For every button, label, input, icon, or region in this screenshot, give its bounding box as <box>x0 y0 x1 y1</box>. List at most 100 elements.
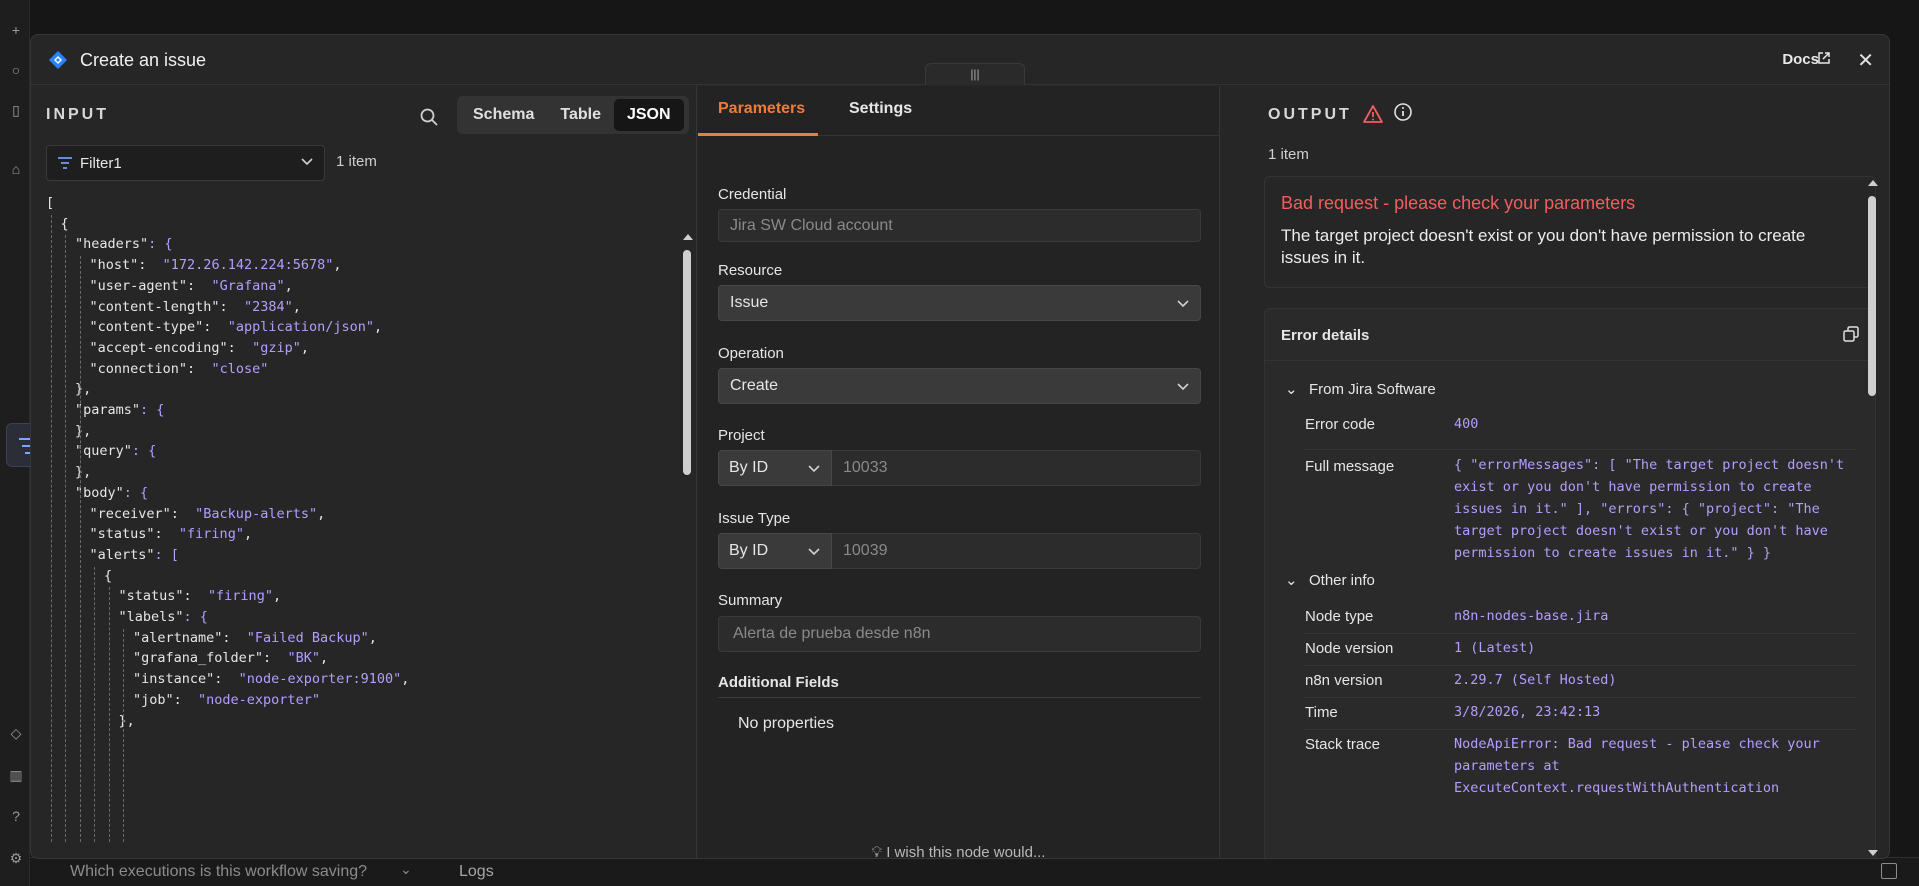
issue-type-mode-select[interactable]: By ID <box>718 533 832 569</box>
json-key: "accept-encoding" <box>89 339 228 356</box>
search-icon[interactable]: ○ <box>8 62 24 78</box>
scroll-up-icon[interactable] <box>1868 180 1878 186</box>
json-key: "host" <box>89 257 139 274</box>
chevron-down-icon <box>808 548 820 556</box>
chevron-down-icon[interactable]: ⌄ <box>400 861 412 878</box>
input-panel: INPUT Schema Table JSON Filter1 1 item [… <box>31 86 697 858</box>
no-properties-text: No properties <box>738 715 835 732</box>
json-punct: : { <box>131 443 157 460</box>
scroll-up-icon[interactable] <box>683 234 693 240</box>
json-key: "query" <box>75 443 132 460</box>
copy-icon[interactable] <box>1843 326 1859 342</box>
feedback-text: I wish this node would... <box>886 844 1046 859</box>
output-label: OUTPUT <box>1268 106 1352 123</box>
scrollbar-thumb[interactable] <box>683 250 691 475</box>
project-mode-select[interactable]: By ID <box>718 450 832 486</box>
chevron-down-icon: ⌄ <box>1285 572 1298 589</box>
docs-link[interactable]: Docs <box>1782 51 1819 68</box>
json-colon: : <box>138 257 163 274</box>
credential-label: Credential <box>718 186 787 203</box>
json-key: "labels" <box>118 609 184 625</box>
feedback-link[interactable]: 💡︎ I wish this node would... <box>698 844 1219 859</box>
drag-handle[interactable]: ||| <box>925 63 1025 85</box>
plus-icon[interactable]: + <box>8 22 24 38</box>
json-colon: : <box>227 339 253 356</box>
scrollbar-thumb[interactable] <box>1868 196 1876 396</box>
help-icon[interactable]: ? <box>8 808 24 824</box>
row-divider <box>1305 633 1855 634</box>
summary-input[interactable]: Alerta de prueba desde n8n <box>718 616 1201 652</box>
json-punct: : [ <box>154 546 179 563</box>
node-type-value: n8n-nodes-base.jira <box>1454 608 1609 624</box>
tab-settings[interactable]: Settings <box>849 100 912 118</box>
json-punct: : { <box>183 609 208 625</box>
bottom-bar: Which executions is this workflow saving… <box>30 857 1919 886</box>
json-colon: : <box>187 360 212 377</box>
summary-value: Alerta de prueba desde n8n <box>733 625 931 642</box>
json-punct: , <box>272 588 282 605</box>
time-value: 3/8/2026, 23:42:13 <box>1454 704 1601 720</box>
cube-icon[interactable]: ◇ <box>8 725 24 741</box>
issue-type-id-input[interactable]: 10039 <box>832 533 1201 569</box>
input-node-select[interactable]: Filter1 <box>46 145 325 181</box>
project-id-input[interactable]: 10033 <box>832 450 1201 486</box>
json-colon: : <box>219 298 244 315</box>
credential-value: Jira SW Cloud account <box>730 217 893 234</box>
json-key: "content-length" <box>89 298 220 315</box>
section-from-jira[interactable]: ⌄ From Jira Software <box>1285 380 1436 398</box>
tab-parameters[interactable]: Parameters <box>718 100 805 118</box>
view-tab-table[interactable]: Table <box>547 99 614 131</box>
lightbulb-icon: 💡︎ <box>871 844 883 859</box>
json-value: "172.26.142.224:5678" <box>162 257 334 274</box>
json-key: "status" <box>118 588 184 605</box>
resource-value: Issue <box>730 294 769 311</box>
node-details-modal: Create an issue Docs ✕ ||| INPUT Schema … <box>30 34 1890 859</box>
json-colon: : <box>203 319 228 336</box>
resource-select[interactable]: Issue <box>718 285 1201 321</box>
json-line: { <box>104 567 112 585</box>
chart-icon[interactable]: ▥ <box>8 767 24 783</box>
json-colon: : <box>183 588 208 605</box>
json-punct: , <box>374 319 383 336</box>
json-line: "headers": { <box>75 235 173 253</box>
output-scrollbar[interactable] <box>1866 86 1878 858</box>
json-punct: , <box>317 505 326 522</box>
operation-select[interactable]: Create <box>718 368 1201 404</box>
executions-question[interactable]: Which executions is this workflow saving… <box>70 863 367 881</box>
n8n-version-key: n8n version <box>1305 672 1383 689</box>
view-tab-schema[interactable]: Schema <box>460 99 547 131</box>
indent-guide <box>108 587 110 842</box>
json-value: "firing" <box>207 588 273 605</box>
error-title: Bad request - please check your paramete… <box>1281 193 1636 213</box>
info-icon[interactable] <box>1393 102 1413 122</box>
node-type-key: Node type <box>1305 608 1374 625</box>
home-icon[interactable]: ⌂ <box>8 161 24 177</box>
json-value: "firing" <box>178 526 244 543</box>
expand-icon[interactable] <box>1881 863 1897 879</box>
panel-icon[interactable]: ▯ <box>8 102 24 118</box>
json-line: { <box>61 215 69 233</box>
section-other-info[interactable]: ⌄ Other info <box>1285 571 1375 589</box>
search-icon[interactable] <box>419 107 439 127</box>
logs-tab[interactable]: Logs <box>459 863 494 881</box>
chevron-down-icon <box>808 465 820 473</box>
error-summary-card: Bad request - please check your paramete… <box>1264 176 1876 288</box>
json-line: }, <box>75 380 91 398</box>
json-punct: , <box>319 650 329 667</box>
json-viewer: [{"headers": {"host": "172.26.142.224:56… <box>46 194 696 842</box>
close-icon[interactable]: ✕ <box>1857 48 1874 73</box>
input-scrollbar[interactable] <box>681 230 693 858</box>
external-link-icon[interactable] <box>1817 51 1831 65</box>
json-line: "content-type": "application/json", <box>90 318 383 336</box>
warning-icon <box>1363 105 1383 123</box>
json-key: "params" <box>75 402 141 418</box>
settings-icon[interactable]: ⚙ <box>8 850 24 866</box>
error-details-header: Error details <box>1265 309 1875 361</box>
scroll-down-icon[interactable] <box>1868 850 1878 856</box>
json-line: "alertname": "Failed Backup", <box>133 629 377 647</box>
json-line: }, <box>119 712 135 730</box>
error-description: The target project doesn't exist or you … <box>1281 226 1806 267</box>
chevron-down-icon <box>301 158 313 166</box>
view-tab-json[interactable]: JSON <box>613 99 684 131</box>
credential-field[interactable]: Jira SW Cloud account <box>718 209 1201 242</box>
